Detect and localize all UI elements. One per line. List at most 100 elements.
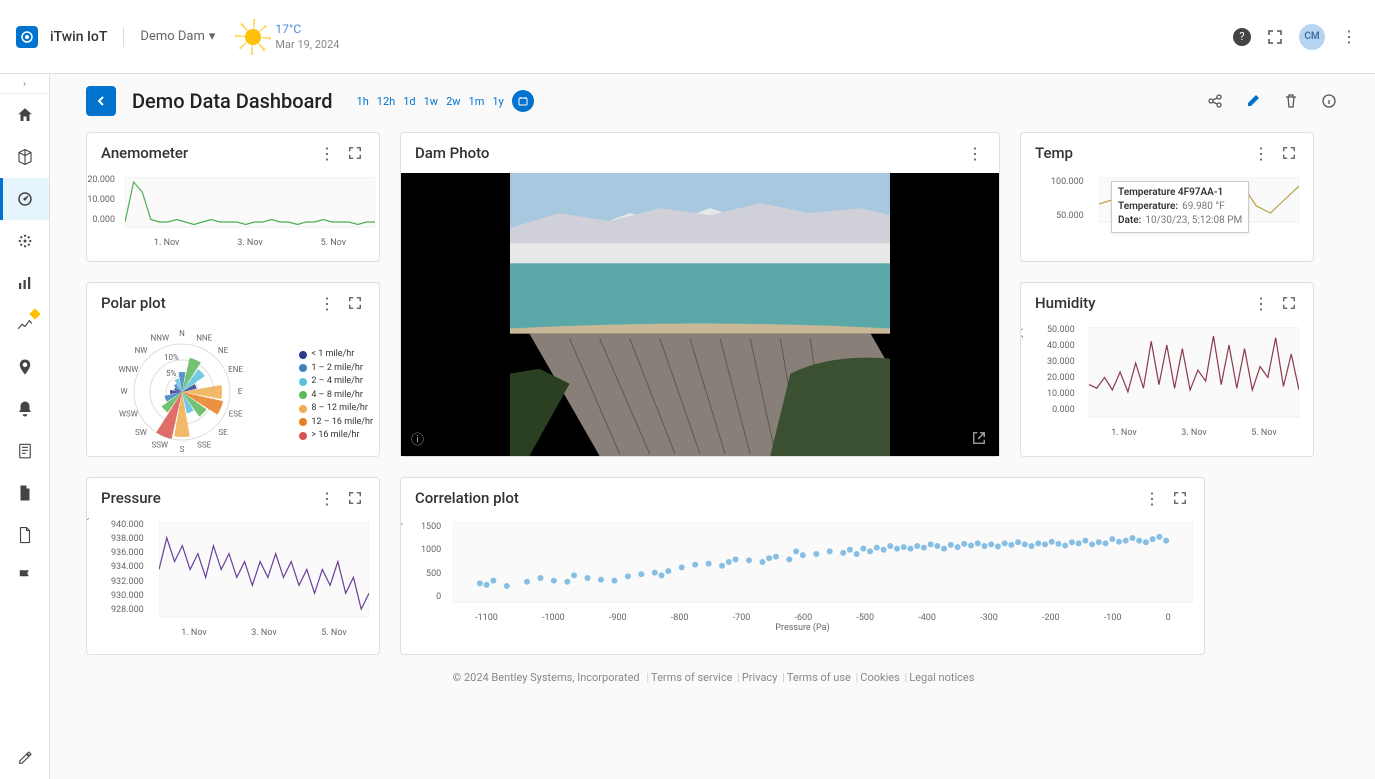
weather-temp: 17°C	[275, 22, 339, 38]
sidebar-alerts[interactable]	[0, 388, 49, 430]
footer-link[interactable]: Terms of service	[651, 671, 732, 684]
card-expand[interactable]	[345, 293, 365, 313]
dam-photo: ⓘ	[401, 173, 999, 456]
pressure-chart: Pressure (mbar) 940.000 938.000 936.000 …	[87, 518, 379, 654]
divider	[123, 27, 124, 47]
card-title: Humidity	[1035, 294, 1243, 312]
range-2w[interactable]: 2w	[446, 95, 460, 108]
card-correlation: Correlation plot ⋮ Pressure (Pa) 1500 10…	[400, 477, 1205, 655]
sidebar-dashboards[interactable]	[0, 178, 49, 220]
app-name: iTwin IoT	[50, 29, 107, 45]
card-title: Pressure	[101, 489, 309, 507]
temp-chart: Temperature (°F) 100.000 50.000 Temperat…	[1021, 173, 1313, 261]
svg-text:WNW: WNW	[118, 365, 138, 374]
correlation-chart: Pressure (Pa) 1500 1000 500 0 -1100-1000…	[401, 518, 1204, 654]
sidebar-tools[interactable]	[0, 737, 49, 779]
footer-link[interactable]: Legal notices	[909, 671, 974, 684]
svg-text:NE: NE	[218, 346, 229, 355]
svg-text:SW: SW	[135, 428, 147, 437]
card-expand[interactable]	[1279, 143, 1299, 163]
polar-legend: < 1 mile/hr1 – 2 mile/hr2 – 4 mile/hr4 –…	[299, 348, 373, 443]
card-anemometer: Anemometer ⋮ Flow Velocity (m/s) 1. Nov …	[86, 132, 380, 262]
card-temp: Temp ⋮ Temperature (°F) 100.000 50.000 T…	[1020, 132, 1314, 262]
card-expand[interactable]	[1170, 488, 1190, 508]
sidebar-sensors[interactable]	[0, 220, 49, 262]
dashboard-header: Demo Data Dashboard 1h 12h 1d 1w 2w 1m 1…	[50, 74, 1375, 120]
sidebar-assets[interactable]	[0, 136, 49, 178]
time-range-selector: 1h 12h 1d 1w 2w 1m 1y	[357, 90, 534, 112]
range-1w[interactable]: 1w	[424, 95, 438, 108]
back-button[interactable]	[86, 86, 116, 116]
svg-text:SSE: SSE	[197, 441, 212, 450]
card-menu[interactable]: ⋮	[1142, 488, 1162, 508]
range-12h[interactable]: 12h	[377, 95, 395, 108]
range-1h[interactable]: 1h	[357, 95, 369, 108]
range-1d[interactable]: 1d	[403, 95, 415, 108]
weather-widget: 17°C Mar 19, 2024	[239, 22, 339, 51]
chevron-down-icon: ▾	[209, 29, 216, 44]
svg-text:10%: 10%	[164, 353, 179, 362]
card-menu[interactable]: ⋮	[317, 293, 337, 313]
sidebar-files[interactable]	[0, 472, 49, 514]
sidebar-home[interactable]	[0, 94, 49, 136]
range-1m[interactable]: 1m	[469, 95, 485, 108]
svg-text:E: E	[238, 387, 243, 396]
footer-link[interactable]: Cookies	[860, 671, 899, 684]
sidebar-maps[interactable]	[0, 346, 49, 388]
photo-open-icon[interactable]	[969, 428, 989, 448]
svg-text:WSW: WSW	[119, 409, 138, 418]
fullscreen-button[interactable]	[1265, 27, 1285, 47]
sidebar-reports[interactable]	[0, 430, 49, 472]
project-dropdown[interactable]: Demo Dam ▾	[140, 29, 215, 44]
share-button[interactable]	[1205, 91, 1225, 111]
card-menu[interactable]: ⋮	[965, 143, 985, 163]
edit-button[interactable]	[1243, 91, 1263, 111]
card-menu[interactable]: ⋮	[317, 143, 337, 163]
app-logo	[16, 26, 38, 48]
card-menu[interactable]: ⋮	[1251, 293, 1271, 313]
card-menu[interactable]: ⋮	[317, 488, 337, 508]
card-expand[interactable]	[345, 488, 365, 508]
svg-text:ENE: ENE	[228, 365, 243, 374]
svg-text:SSW: SSW	[151, 441, 168, 450]
user-avatar[interactable]: CM	[1299, 24, 1325, 50]
svg-text:N: N	[179, 329, 185, 338]
sidebar-flags[interactable]	[0, 556, 49, 598]
svg-text:SE: SE	[218, 428, 228, 437]
footer-link[interactable]: Privacy	[742, 671, 778, 684]
humidity-chart: Humidity (%) 50.000 40.000 30.000 20.000…	[1021, 323, 1313, 456]
card-expand[interactable]	[1279, 293, 1299, 313]
card-pressure: Pressure ⋮ Pressure (mbar) 940.000 938.0…	[86, 477, 380, 655]
photo-info-icon[interactable]: ⓘ	[411, 429, 424, 448]
range-1y[interactable]: 1y	[492, 95, 503, 108]
sidebar: ›	[0, 74, 50, 779]
polar-chart: NNNENEENEEESESESSESSSWSWWSWWWNWNWNNW10%5…	[87, 323, 379, 456]
delete-button[interactable]	[1281, 91, 1301, 111]
range-custom[interactable]	[512, 90, 534, 112]
sidebar-expand[interactable]: ›	[0, 76, 49, 94]
svg-text:NW: NW	[135, 346, 148, 355]
svg-text:W: W	[120, 387, 127, 396]
card-title: Dam Photo	[415, 144, 957, 162]
svg-text:NNW: NNW	[151, 334, 170, 343]
sidebar-charts[interactable]	[0, 262, 49, 304]
card-dam-photo: Dam Photo ⋮	[400, 132, 1000, 457]
svg-text:NNE: NNE	[196, 334, 212, 343]
weather-date: Mar 19, 2024	[275, 38, 339, 51]
sidebar-docs[interactable]	[0, 514, 49, 556]
topbar: iTwin IoT Demo Dam ▾ 17°C Mar 19, 2024 ?…	[0, 0, 1375, 74]
card-title: Polar plot	[101, 294, 309, 312]
info-button[interactable]	[1319, 91, 1339, 111]
sidebar-analysis[interactable]	[0, 304, 49, 346]
footer-link[interactable]: Terms of use	[787, 671, 851, 684]
more-menu-button[interactable]: ⋮	[1339, 27, 1359, 47]
help-button[interactable]: ?	[1233, 28, 1251, 46]
temp-tooltip: Temperature 4F97AA-1 Temperature:69.980 …	[1111, 181, 1249, 233]
svg-text:5%: 5%	[166, 369, 176, 378]
anemometer-chart: Flow Velocity (m/s) 1. Nov 3. Nov 5. Nov…	[87, 173, 379, 261]
card-expand[interactable]	[345, 143, 365, 163]
sun-icon	[239, 23, 267, 51]
card-title: Temp	[1035, 144, 1243, 162]
footer: © 2024 Bentley Systems, Incorporated |Te…	[50, 663, 1375, 696]
card-menu[interactable]: ⋮	[1251, 143, 1271, 163]
